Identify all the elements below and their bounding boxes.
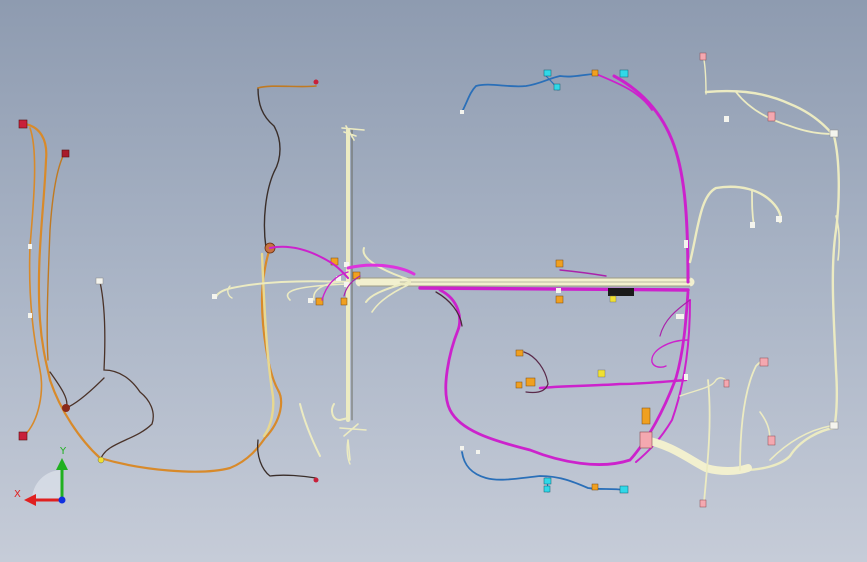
- connector-grommet-1: [62, 404, 70, 412]
- connector-white-r3: [476, 450, 480, 454]
- cream-lower-branch-3: [679, 377, 729, 397]
- connector-red-1: [18, 119, 28, 129]
- cream-top-right-stub: [703, 59, 707, 95]
- spine-bottom-fan: [339, 423, 367, 461]
- connector-white-r12: [750, 222, 755, 228]
- connector-orange-big: [641, 407, 651, 425]
- connector-pink-2: [767, 111, 776, 122]
- connector-orange-r1: [591, 69, 599, 77]
- cream-lower-thick: [640, 436, 752, 475]
- connector-pink-1: [699, 52, 707, 61]
- connector-cyan-2: [553, 83, 561, 91]
- connector-orange-c4: [340, 297, 348, 306]
- connector-orange-r5: [515, 349, 524, 357]
- cream-upper-branch: [751, 189, 755, 227]
- cream-right-loop: [704, 89, 840, 472]
- magenta-branch-mid: [538, 378, 688, 390]
- connector-small-red-bottom: [313, 477, 319, 483]
- magenta-up-arch: [612, 74, 690, 284]
- dark-branch-3: [257, 87, 281, 249]
- triad-y-label: Y: [59, 446, 67, 457]
- connector-white-r5: [676, 314, 684, 319]
- connector-white-r7: [684, 374, 688, 380]
- connector-orange-r2: [591, 483, 599, 491]
- cream-lower-branch-2: [703, 379, 711, 503]
- connector-black-block: [608, 288, 634, 296]
- harness-3d-viewport[interactable]: Y X: [0, 0, 867, 562]
- blue-bottom-wire: [461, 451, 625, 491]
- connector-white-c4: [308, 298, 313, 303]
- connector-cyan-3: [619, 69, 629, 78]
- connector-cyan-4: [543, 477, 552, 485]
- right-magenta-harness[interactable]: [418, 73, 691, 466]
- connector-orange-r4: [555, 295, 564, 304]
- fan-branch-5: [286, 283, 349, 301]
- magenta-upper-2: [595, 73, 653, 111]
- triad-z-dot: [58, 496, 66, 504]
- orange-branch-upper: [46, 153, 65, 361]
- triad-x-label: X: [14, 489, 21, 500]
- connector-white-r4: [556, 288, 561, 293]
- connector-red-3: [18, 431, 28, 441]
- connector-small-red-top: [313, 79, 319, 85]
- connector-red-2: [61, 149, 70, 158]
- connector-white-c5: [212, 294, 217, 299]
- connector-cyan-5: [543, 485, 551, 493]
- connector-white-3: [28, 313, 32, 318]
- blue-top-wire: [461, 73, 597, 113]
- cream-lower-branch-1: [739, 359, 765, 471]
- connector-pink-6: [723, 379, 730, 388]
- connector-white-r1: [460, 110, 464, 114]
- triad-sphere: [32, 470, 62, 500]
- spine-hook: [331, 403, 349, 422]
- connector-yellow-clip: [97, 456, 105, 464]
- connector-orange-r7: [515, 381, 523, 389]
- dark-lower-branch: [256, 439, 317, 479]
- connector-pink-5: [699, 499, 707, 508]
- connector-cyan-6: [619, 485, 629, 494]
- connector-white-r2: [460, 446, 464, 450]
- connector-pink-big: [639, 431, 653, 449]
- dark-branch: [99, 281, 154, 461]
- orange-top-wire: [257, 85, 317, 89]
- left-connectors[interactable]: [18, 79, 319, 483]
- cream-loose-1: [299, 403, 321, 457]
- connector-pink-4: [767, 435, 776, 446]
- connector-yellow-r2: [597, 369, 606, 378]
- connector-white-c1: [344, 262, 349, 267]
- connector-orange-r6: [525, 377, 536, 387]
- connector-cyan-1: [543, 69, 552, 77]
- coordinate-triad: Y X: [14, 446, 68, 506]
- connector-white-r10: [724, 116, 729, 122]
- cream-upper-loop: [688, 185, 782, 264]
- magenta-branch-upper-right: [559, 269, 607, 277]
- triad-x-arrow: [24, 494, 36, 506]
- connector-white-r9: [829, 421, 839, 430]
- triad-y-arrow: [56, 458, 68, 470]
- connector-white-2: [28, 244, 32, 249]
- connector-yellow-r1: [609, 295, 617, 303]
- cream-wire-left: [260, 252, 275, 438]
- connector-white-1: [95, 277, 104, 285]
- cream-right-inner: [735, 91, 833, 135]
- connector-orange-r3: [555, 259, 564, 268]
- connector-pink-3: [759, 357, 769, 367]
- dark-branch-2: [49, 371, 105, 410]
- connector-white-r11: [776, 216, 782, 222]
- magenta-trunk-over: [418, 286, 690, 292]
- connector-white-r6: [684, 240, 688, 248]
- connector-white-r8: [829, 129, 839, 138]
- spine-top-fan: [341, 125, 365, 141]
